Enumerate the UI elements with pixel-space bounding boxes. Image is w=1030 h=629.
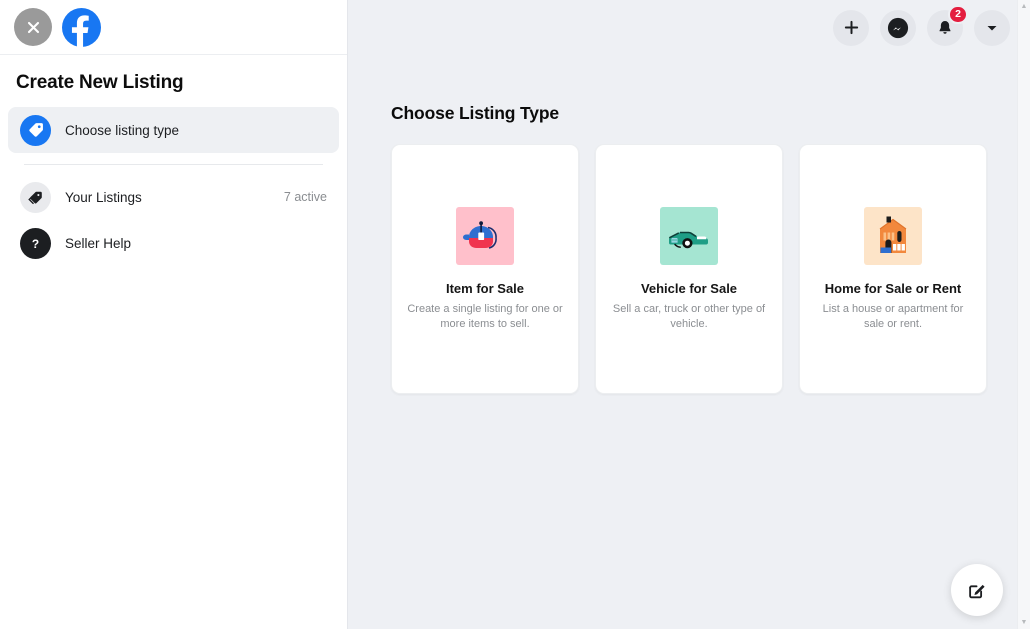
house-icon xyxy=(864,207,922,265)
app-window: Create New Listing Choose listing type xyxy=(0,0,1030,629)
tag-filled-icon xyxy=(20,182,51,213)
svg-text:?: ? xyxy=(32,236,39,250)
sidebar-item-label: Choose listing type xyxy=(65,123,327,138)
teapot-icon xyxy=(456,207,514,265)
top-toolbar: 2 xyxy=(348,0,1030,55)
listing-card-vehicle-for-sale[interactable]: Vehicle for Sale Sell a car, truck or ot… xyxy=(595,144,783,394)
sidebar-item-choose-listing-type[interactable]: Choose listing type xyxy=(8,107,339,153)
scroll-up-icon[interactable]: ▲ xyxy=(1021,3,1028,10)
active-listings-count: 7 active xyxy=(284,190,327,204)
car-icon xyxy=(660,207,718,265)
card-title: Vehicle for Sale xyxy=(641,281,737,296)
listing-type-cards: Item for Sale Create a single listing fo… xyxy=(391,144,1030,394)
main-content: 2 Choose Listing Type xyxy=(348,0,1030,629)
sidebar: Create New Listing Choose listing type xyxy=(0,0,348,629)
card-title: Item for Sale xyxy=(446,281,524,296)
notifications-button[interactable]: 2 xyxy=(927,10,963,46)
card-title: Home for Sale or Rent xyxy=(825,281,962,296)
card-description: Sell a car, truck or other type of vehic… xyxy=(610,302,768,332)
card-description: List a house or apartment for sale or re… xyxy=(814,302,972,332)
vertical-scrollbar[interactable]: ▲ ▼ xyxy=(1017,0,1030,629)
close-icon[interactable] xyxy=(14,8,52,46)
sidebar-nav: Choose listing type Your Listings 7 acti… xyxy=(0,107,347,266)
sidebar-item-your-listings[interactable]: Your Listings 7 active xyxy=(8,174,339,220)
section-heading: Choose Listing Type xyxy=(391,103,1030,124)
facebook-logo[interactable] xyxy=(62,8,101,47)
sidebar-item-label: Seller Help xyxy=(65,236,327,251)
notification-badge: 2 xyxy=(948,5,968,24)
sidebar-item-seller-help[interactable]: ? Seller Help xyxy=(8,220,339,266)
question-mark-icon: ? xyxy=(20,228,51,259)
listing-card-home-for-sale-or-rent[interactable]: Home for Sale or Rent List a house or ap… xyxy=(799,144,987,394)
card-description: Create a single listing for one or more … xyxy=(406,302,564,332)
create-button[interactable] xyxy=(833,10,869,46)
tag-icon xyxy=(20,115,51,146)
sidebar-divider xyxy=(24,164,323,165)
account-menu-button[interactable] xyxy=(974,10,1010,46)
listing-type-section: Choose Listing Type xyxy=(348,55,1030,394)
scroll-down-icon[interactable]: ▼ xyxy=(1021,619,1028,626)
listing-card-item-for-sale[interactable]: Item for Sale Create a single listing fo… xyxy=(391,144,579,394)
compose-icon[interactable] xyxy=(951,564,1003,616)
page-title: Create New Listing xyxy=(0,55,347,107)
sidebar-header xyxy=(0,0,347,55)
messenger-button[interactable] xyxy=(880,10,916,46)
sidebar-item-label: Your Listings xyxy=(65,190,270,205)
